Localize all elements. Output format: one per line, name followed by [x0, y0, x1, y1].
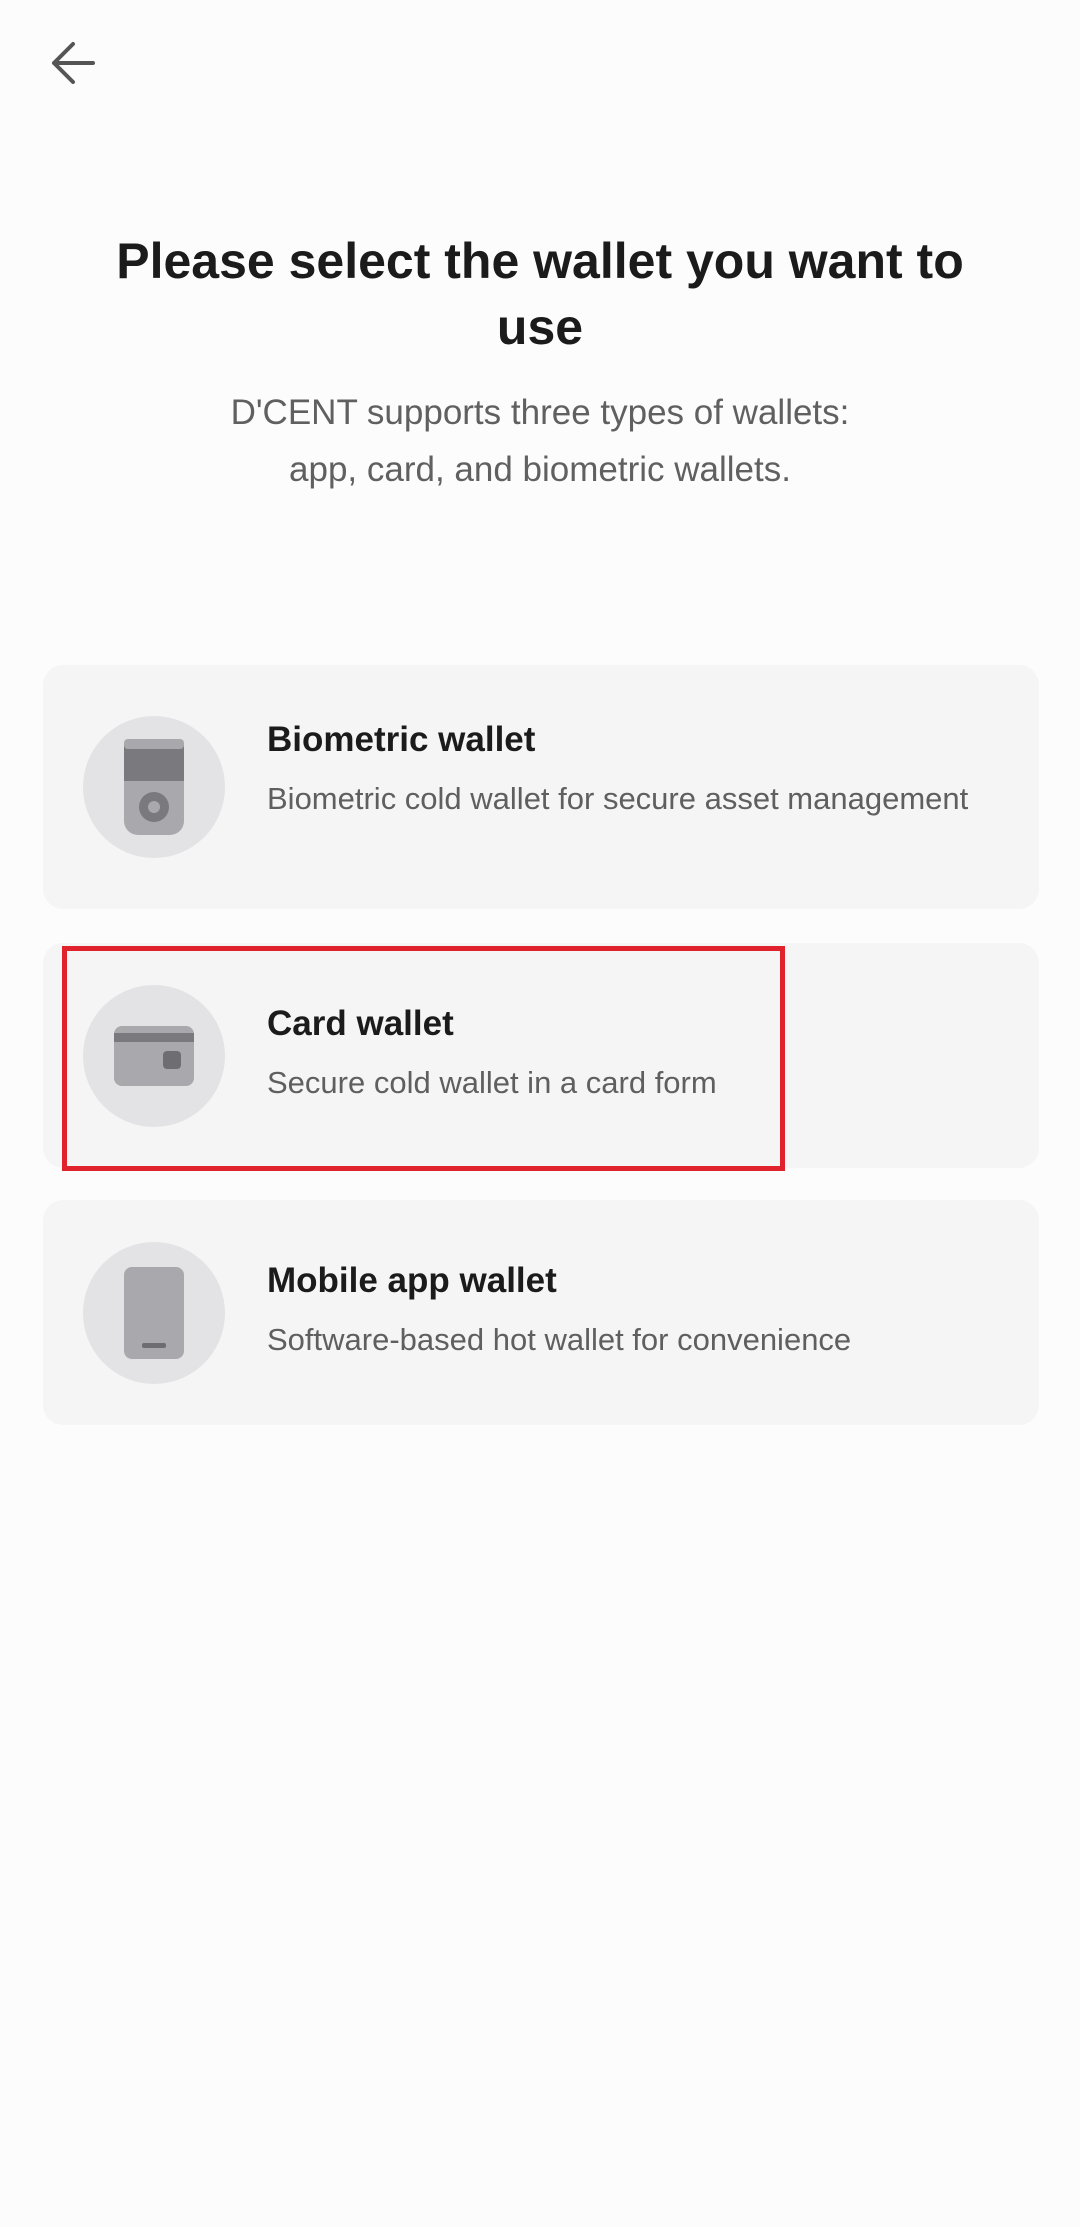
- page-subtitle: D'CENT supports three types of wallets: …: [140, 384, 940, 498]
- mobile-icon-circle: [83, 1242, 225, 1384]
- wallet-title: Biometric wallet: [267, 720, 536, 759]
- card-icon-circle: [83, 985, 225, 1127]
- wallet-description: Secure cold wallet in a card form: [267, 1065, 717, 1100]
- wallet-option-card[interactable]: Card wallet Secure cold wallet in a card…: [43, 943, 1039, 1168]
- wallet-option-mobile[interactable]: Mobile app wallet Software-based hot wal…: [43, 1200, 1039, 1425]
- biometric-device-icon: [124, 739, 184, 835]
- subtitle-line-2: app, card, and biometric wallets.: [289, 450, 791, 489]
- card-icon: [114, 1026, 194, 1086]
- card-text: Card wallet Secure cold wallet in a card…: [267, 1001, 999, 1107]
- mobile-text: Mobile app wallet Software-based hot wal…: [267, 1258, 999, 1364]
- wallet-description: Software-based hot wallet for convenienc…: [267, 1322, 852, 1357]
- page-title: Please select the wallet you want to use: [116, 233, 964, 355]
- arrow-left-icon: [52, 42, 95, 84]
- biometric-icon-circle: [83, 716, 225, 858]
- wallet-description: Biometric cold wallet for secure asset m…: [267, 781, 969, 816]
- back-button[interactable]: [28, 26, 118, 100]
- subtitle-line-1: D'CENT supports three types of wallets:: [230, 393, 850, 432]
- wallet-option-biometric[interactable]: Biometric wallet Biometric cold wallet f…: [43, 665, 1039, 909]
- mobile-phone-icon: [124, 1267, 184, 1359]
- wallet-title: Card wallet: [267, 1004, 454, 1043]
- biometric-text: Biometric wallet Biometric cold wallet f…: [267, 717, 999, 823]
- wallet-title: Mobile app wallet: [267, 1261, 557, 1300]
